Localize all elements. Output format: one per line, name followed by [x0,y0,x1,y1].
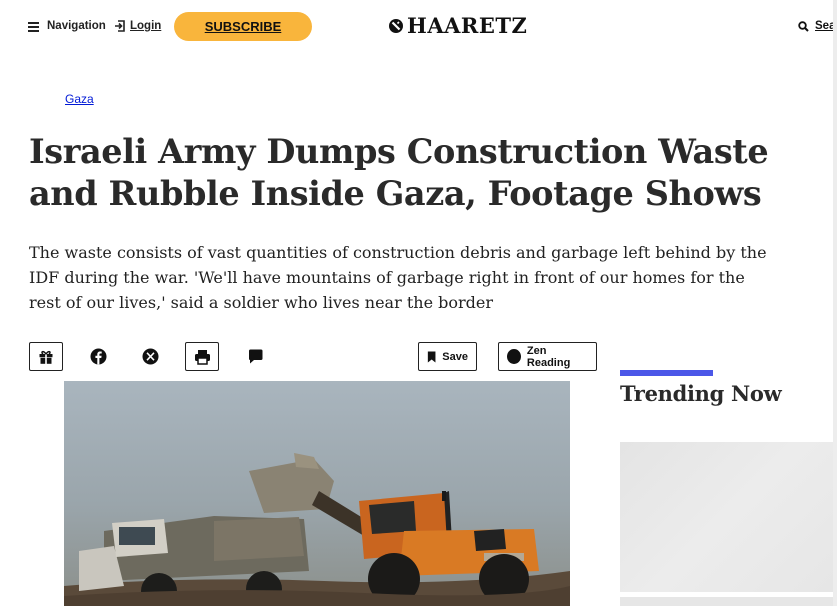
print-icon [194,349,210,365]
trending-now-heading: Trending Now [620,381,782,406]
save-button[interactable]: Save [418,342,477,371]
section-kicker-link[interactable]: Gaza [65,92,94,106]
navigation-button[interactable]: Navigation [28,20,106,32]
scrollbar-track[interactable] [833,0,837,606]
hamburger-icon [28,21,39,32]
facebook-icon [90,348,106,365]
zen-reading-button[interactable]: Zen Reading [498,342,597,371]
login-link[interactable]: Login [114,20,161,32]
login-icon [115,20,125,32]
site-header: Navigation Login SUBSCRIBE HAARETZ Searc… [0,0,837,54]
gift-icon [39,350,53,364]
haaretz-logo[interactable]: HAARETZ [388,13,527,38]
print-button[interactable] [185,342,219,371]
search-button[interactable]: Search [798,20,837,32]
subscribe-button[interactable]: SUBSCRIBE [174,12,312,41]
zen-reading-icon [507,349,521,364]
article-headline: Israeli Army Dumps Construction Waste an… [29,132,769,213]
haaretz-logo-icon [389,18,403,33]
x-share-button[interactable] [133,342,167,371]
article-subtitle: The waste consists of vast quantities of… [29,243,767,312]
bookmark-icon [427,351,436,362]
trending-card-placeholder[interactable] [620,442,833,592]
login-label: Login [130,20,162,32]
gift-article-button[interactable] [29,342,63,371]
bulldozer-photo [64,381,570,606]
zen-reading-label: Zen Reading [526,344,571,369]
article-main-image[interactable] [64,381,570,606]
save-label: Save [442,350,468,363]
comments-button[interactable] [238,342,272,371]
x-icon [142,348,158,365]
trending-card-placeholder[interactable] [620,597,833,606]
facebook-share-button[interactable] [81,342,115,371]
trending-accent-bar [620,370,713,376]
comment-icon [248,349,262,364]
search-icon [798,20,809,32]
navigation-label: Navigation [47,20,106,32]
logo-text: HAARETZ [407,13,528,38]
